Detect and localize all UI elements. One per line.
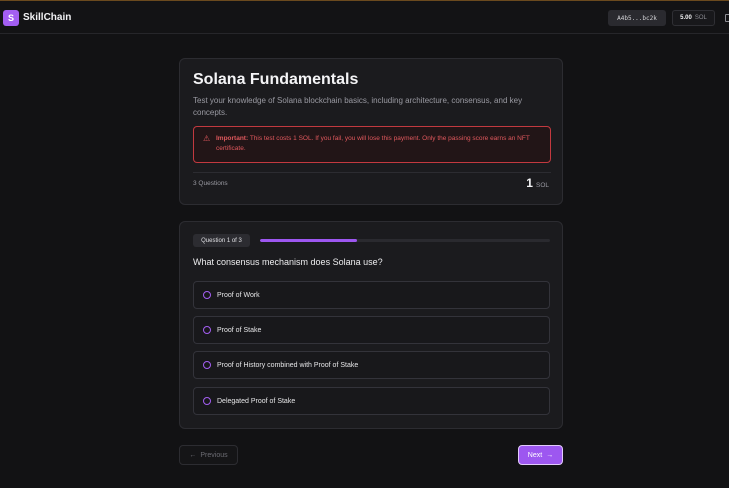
previous-button[interactable]: ← Previous (179, 445, 238, 465)
test-description: Test your knowledge of Solana blockchain… (193, 96, 523, 117)
progress-bar (260, 239, 550, 242)
cost-amount: 1 (526, 176, 533, 190)
menu-icon[interactable] (725, 14, 729, 22)
warning-label: Important: (216, 135, 249, 142)
balance-amount: 5.00 (680, 15, 692, 21)
question-text: What consensus mechanism does Solana use… (193, 257, 383, 267)
radio-icon[interactable] (203, 397, 211, 405)
answer-option[interactable]: Proof of Work (193, 281, 550, 309)
answer-option-label: Proof of Stake (217, 326, 262, 334)
previous-button-label: Previous (200, 451, 228, 459)
progress-bar-fill (260, 239, 357, 242)
wallet-address-button[interactable]: A4b5...bc2k (608, 10, 666, 26)
arrow-right-icon: → (546, 451, 554, 459)
radio-icon[interactable] (203, 326, 211, 334)
answer-option-label: Delegated Proof of Stake (217, 397, 296, 405)
logo-letter: S (7, 13, 14, 23)
balance-badge: 5.00 SOL (672, 10, 715, 26)
question-progress-badge: Question 1 of 3 (193, 234, 250, 247)
logo-icon[interactable]: S (3, 10, 19, 26)
answer-option[interactable]: Proof of Stake (193, 316, 550, 344)
cost-warning: ⚠ Important: This test costs 1 SOL. If y… (193, 126, 551, 163)
answer-option[interactable]: Proof of History combined with Proof of … (193, 351, 550, 379)
next-button-label: Next (527, 451, 543, 459)
test-info-card: Solana Fundamentals Test your knowledge … (179, 58, 563, 205)
brand-name[interactable]: SkillChain (23, 12, 71, 23)
divider (193, 172, 551, 173)
test-title: Solana Fundamentals (193, 71, 359, 88)
radio-icon[interactable] (203, 361, 211, 369)
next-button[interactable]: Next → (518, 445, 563, 465)
question-card: Question 1 of 3 What consensus mechanism… (179, 221, 563, 429)
balance-unit: SOL (694, 15, 707, 21)
top-navigation-bar: S SkillChain A4b5...bc2k 5.00 SOL (0, 0, 729, 34)
warning-text: This test costs 1 SOL. If you fail, you … (216, 135, 530, 152)
answer-option[interactable]: Delegated Proof of Stake (193, 387, 550, 415)
cost-unit: SOL (535, 182, 549, 189)
warning-icon: ⚠ (203, 134, 211, 143)
arrow-left-icon: ← (189, 451, 197, 459)
radio-icon[interactable] (203, 291, 211, 299)
answer-option-label: Proof of History combined with Proof of … (217, 361, 359, 369)
test-cost: 1 SOL (526, 176, 549, 190)
answer-option-label: Proof of Work (217, 291, 260, 299)
question-count: 3 Questions (193, 180, 228, 187)
